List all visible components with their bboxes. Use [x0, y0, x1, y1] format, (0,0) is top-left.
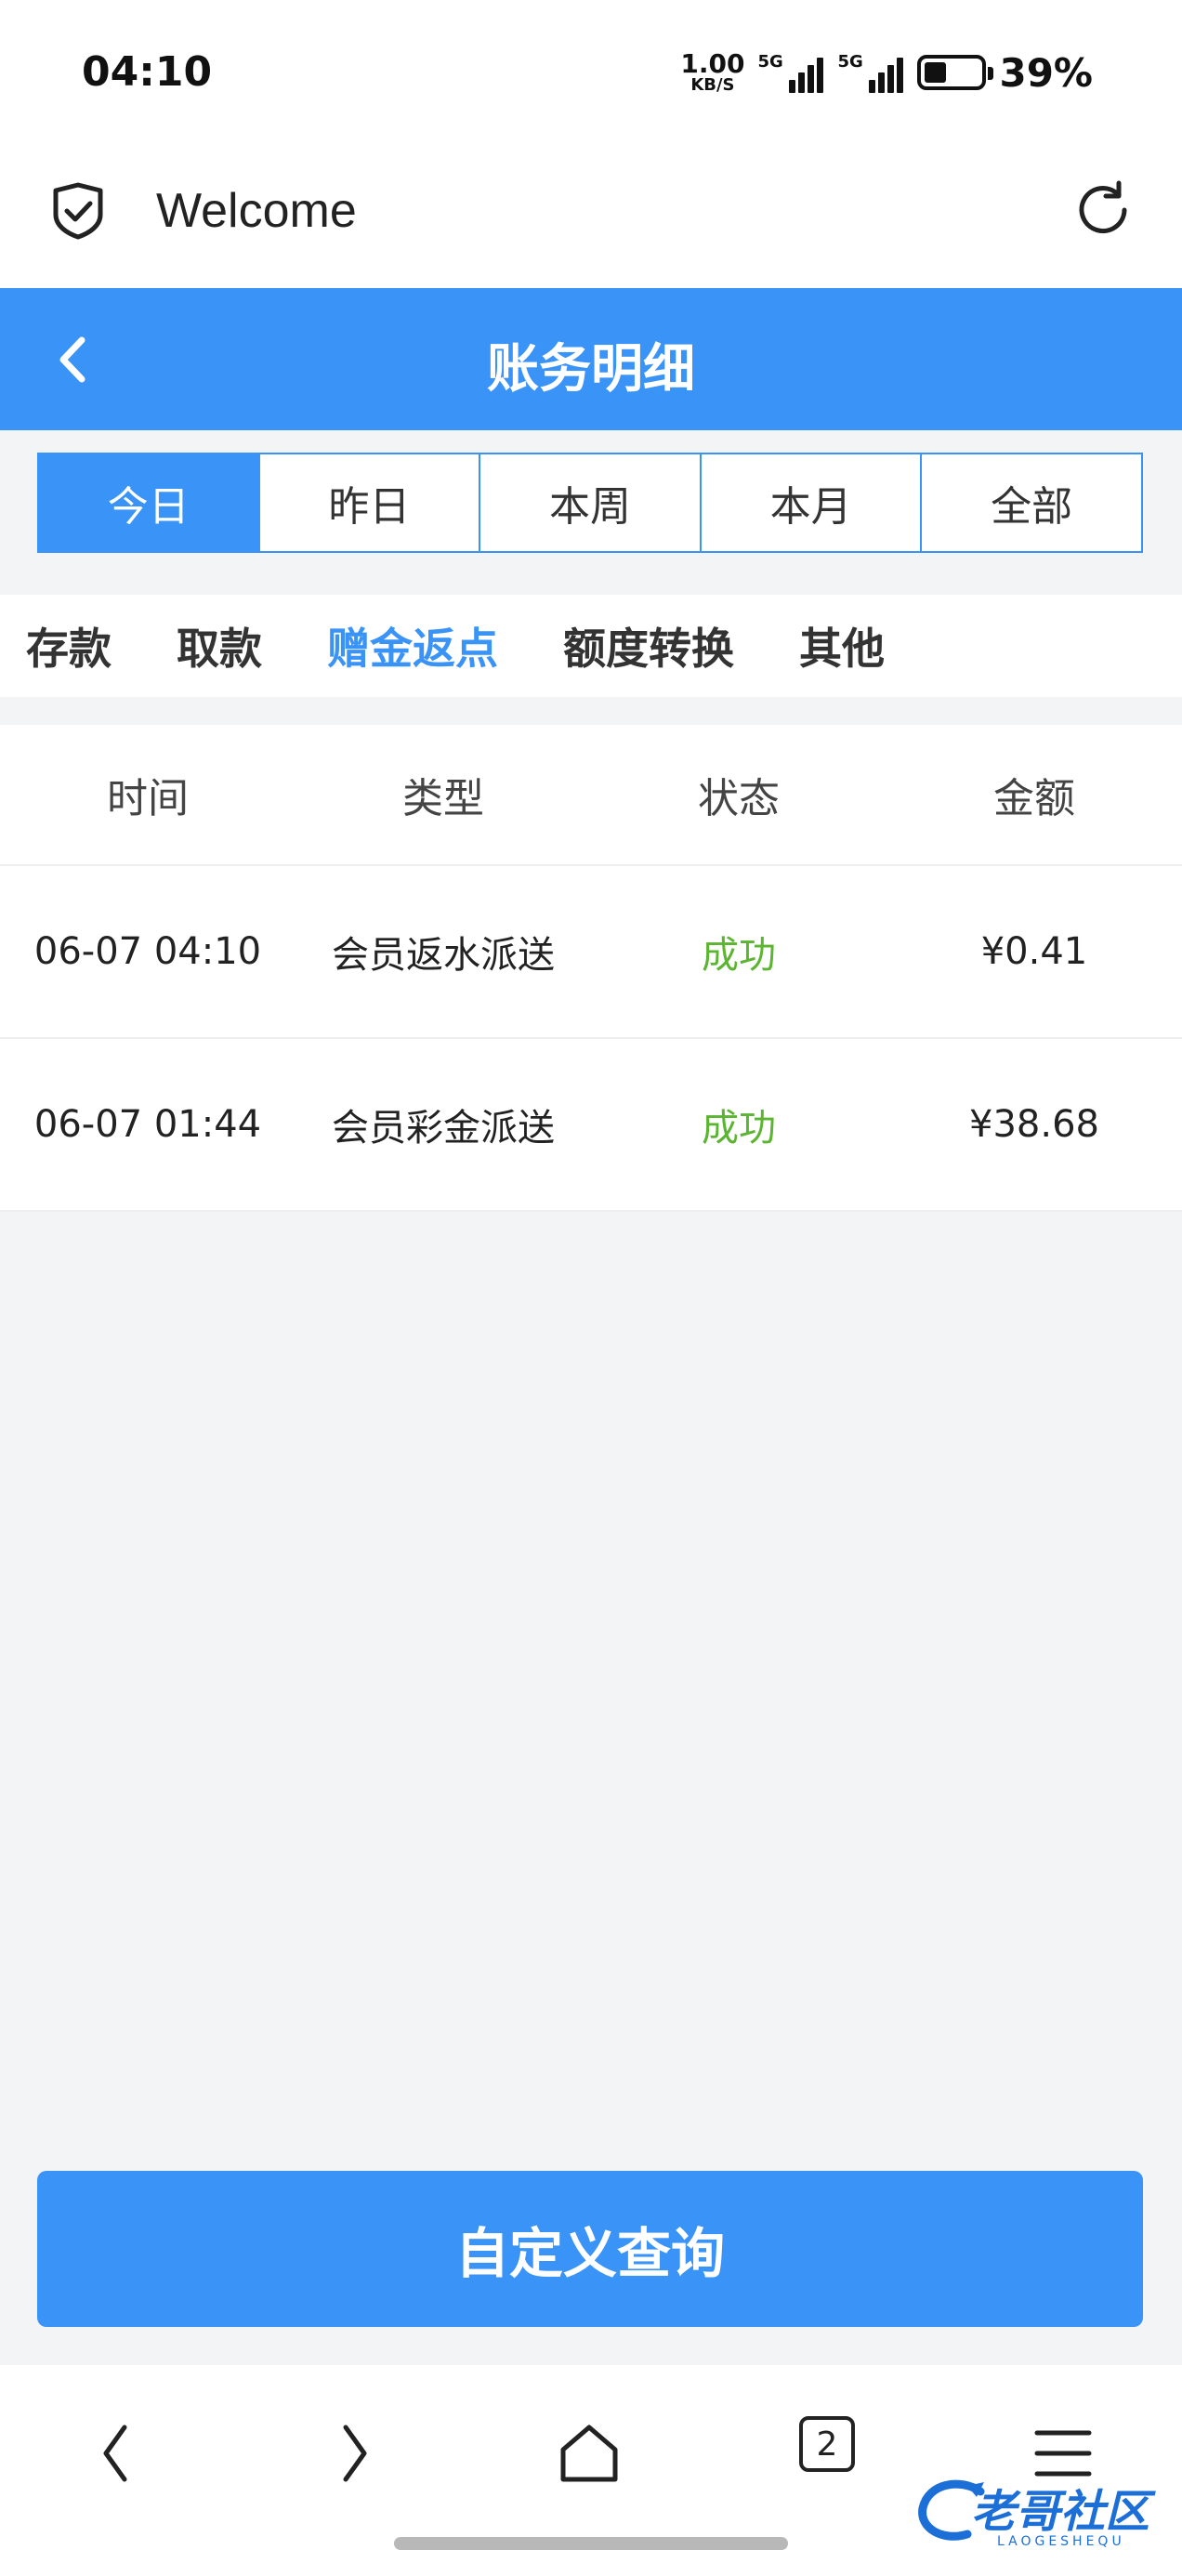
period-tab-all[interactable]: 全部	[920, 454, 1141, 551]
table-row[interactable]: 06-07 01:44 会员彩金派送 成功 ¥38.68	[0, 1039, 1182, 1212]
category-tab-other[interactable]: 其他	[799, 615, 885, 677]
column-header-time: 时间	[107, 775, 189, 822]
status-indicators: 1.00 KB/S 5G 5G 39%	[680, 48, 1093, 97]
network-speed: 1.00 KB/S	[680, 51, 744, 94]
row-status: 成功	[702, 934, 776, 977]
period-tab-this-month[interactable]: 本月	[699, 454, 921, 551]
home-indicator[interactable]	[394, 2537, 788, 2550]
nav-home-icon[interactable]	[552, 2416, 626, 2491]
watermark-subtext: LAOGESHEQU	[997, 2534, 1125, 2549]
row-time: 06-07 04:10	[33, 930, 262, 973]
shield-check-icon[interactable]	[48, 181, 108, 241]
nav-back-icon[interactable]	[80, 2416, 154, 2491]
watermark-logo: 老哥社区 LAOGESHEQU	[915, 2467, 1166, 2560]
records-table: 时间 类型 状态 金额 06-07 04:10 会员返水派送 成功 ¥0.41 …	[0, 725, 1182, 1212]
row-time: 06-07 01:44	[33, 1103, 262, 1146]
column-header-status: 状态	[698, 775, 780, 822]
status-time: 04:10	[82, 48, 213, 96]
category-tab-transfer[interactable]: 额度转换	[563, 615, 734, 677]
table-row[interactable]: 06-07 04:10 会员返水派送 成功 ¥0.41	[0, 866, 1182, 1039]
category-tab-bonus-rebate[interactable]: 赠金返点	[327, 615, 498, 677]
browser-toolbar: Welcome	[0, 153, 1182, 288]
watermark-text: 老哥社区	[971, 2486, 1150, 2538]
nav-forward-icon[interactable]	[316, 2416, 390, 2491]
signal-1-label: 5G	[757, 52, 783, 72]
row-type: 会员返水派送	[332, 934, 555, 977]
period-tab-today[interactable]: 今日	[39, 454, 258, 551]
network-speed-unit: KB/S	[690, 75, 735, 95]
network-speed-value: 1.00	[680, 48, 745, 79]
tabs-count-button[interactable]: 2	[799, 2416, 855, 2472]
signal-2-icon: 5G	[837, 48, 904, 97]
row-amount: ¥0.41	[980, 930, 1088, 973]
page-title: 账务明细	[487, 339, 695, 400]
refresh-icon[interactable]	[1070, 177, 1136, 243]
period-tab-this-week[interactable]: 本周	[479, 454, 700, 551]
signal-1-icon: 5G	[757, 48, 824, 97]
battery-icon	[917, 55, 994, 90]
signal-2-label: 5G	[837, 52, 863, 72]
battery-percent: 39%	[999, 49, 1093, 96]
category-tabs: 存款 取款 赠金返点 额度转换 其他	[0, 595, 1182, 697]
table-header-row: 时间 类型 状态 金额	[0, 725, 1182, 866]
page-header: 账务明细	[0, 288, 1182, 430]
period-tabs: 今日 昨日 本周 本月 全部	[37, 453, 1143, 553]
row-amount: ¥38.68	[969, 1103, 1099, 1146]
status-bar: 04:10 1.00 KB/S 5G 5G 39%	[0, 0, 1182, 153]
custom-query-button[interactable]: 自定义查询	[37, 2171, 1143, 2327]
category-tab-deposit[interactable]: 存款	[26, 615, 112, 677]
battery-fill	[925, 62, 947, 83]
row-type: 会员彩金派送	[332, 1107, 555, 1150]
period-tab-yesterday[interactable]: 昨日	[257, 454, 479, 551]
category-tab-withdraw[interactable]: 取款	[177, 615, 262, 677]
column-header-amount: 金额	[993, 775, 1075, 822]
row-status: 成功	[702, 1107, 776, 1150]
column-header-type: 类型	[402, 775, 484, 822]
browser-page-title[interactable]: Welcome	[156, 183, 357, 239]
